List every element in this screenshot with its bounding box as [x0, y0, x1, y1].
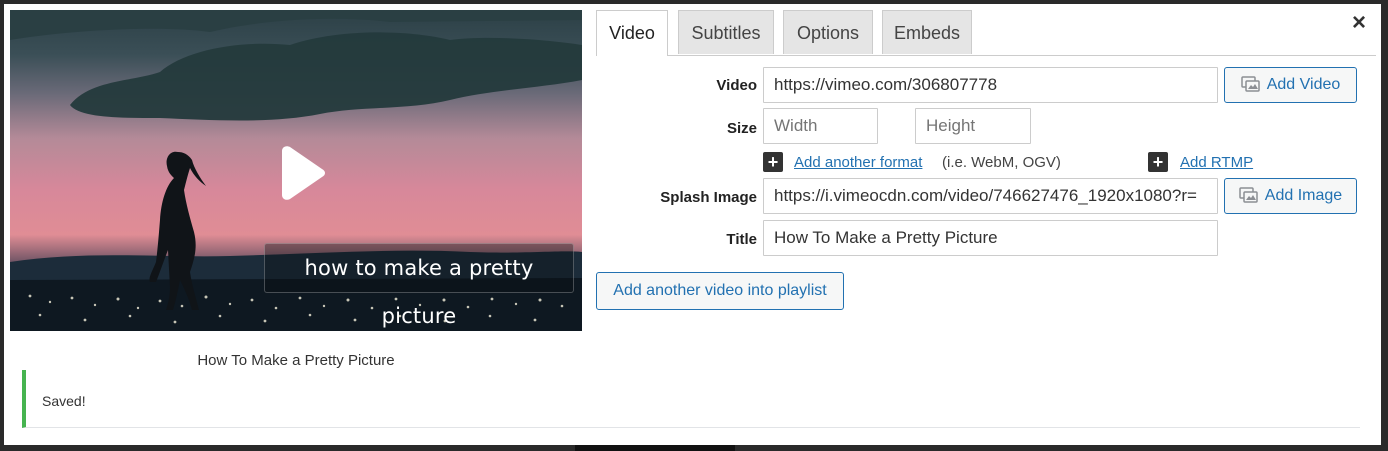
play-icon[interactable]	[274, 145, 326, 201]
add-playlist-label: Add another video into playlist	[613, 282, 827, 299]
preview-title: How To Make a Pretty Picture	[197, 352, 395, 369]
subtitle-caption: how to make a pretty picture	[264, 243, 574, 328]
plus-icon[interactable]: +	[1148, 152, 1168, 172]
tab-options[interactable]: Options	[783, 10, 873, 54]
add-playlist-video-button[interactable]: Add another video into playlist	[596, 272, 844, 310]
media-library-icon	[1239, 187, 1259, 205]
tab-subtitles[interactable]: Subtitles	[678, 10, 774, 54]
tab-bar: Video Subtitles Options Embeds	[596, 10, 1376, 56]
tab-video[interactable]: Video	[596, 10, 668, 56]
saved-notice: Saved!	[22, 370, 1360, 428]
add-video-button[interactable]: Add Video	[1224, 67, 1357, 103]
add-image-button[interactable]: Add Image	[1224, 178, 1357, 214]
video-label: Video	[716, 77, 757, 94]
splash-url-input[interactable]	[763, 178, 1218, 214]
plus-icon[interactable]: +	[763, 152, 783, 172]
tab-embeds[interactable]: Embeds	[882, 10, 972, 54]
format-hint: (i.e. WebM, OGV)	[942, 154, 1061, 171]
splash-image-label: Splash Image	[660, 189, 757, 206]
video-editor-modal: × how to make a pretty picture How To Ma…	[4, 4, 1381, 445]
add-rtmp-link[interactable]: Add RTMP	[1180, 154, 1253, 171]
width-input[interactable]	[763, 108, 878, 144]
media-library-icon	[1240, 76, 1261, 94]
add-video-label: Add Video	[1266, 76, 1341, 93]
video-preview[interactable]: how to make a pretty picture	[10, 10, 582, 331]
cloud-shape	[70, 32, 582, 121]
add-format-link[interactable]: Add another format	[794, 154, 922, 171]
bottom-strip	[575, 445, 735, 451]
notice-text: Saved!	[42, 393, 86, 409]
sky-top-shape	[10, 10, 582, 40]
video-url-input[interactable]	[763, 67, 1218, 103]
height-input[interactable]	[915, 108, 1031, 144]
size-label: Size	[726, 120, 757, 137]
title-input[interactable]	[763, 220, 1218, 256]
title-label: Title	[726, 231, 757, 248]
add-image-label: Add Image	[1264, 187, 1343, 204]
